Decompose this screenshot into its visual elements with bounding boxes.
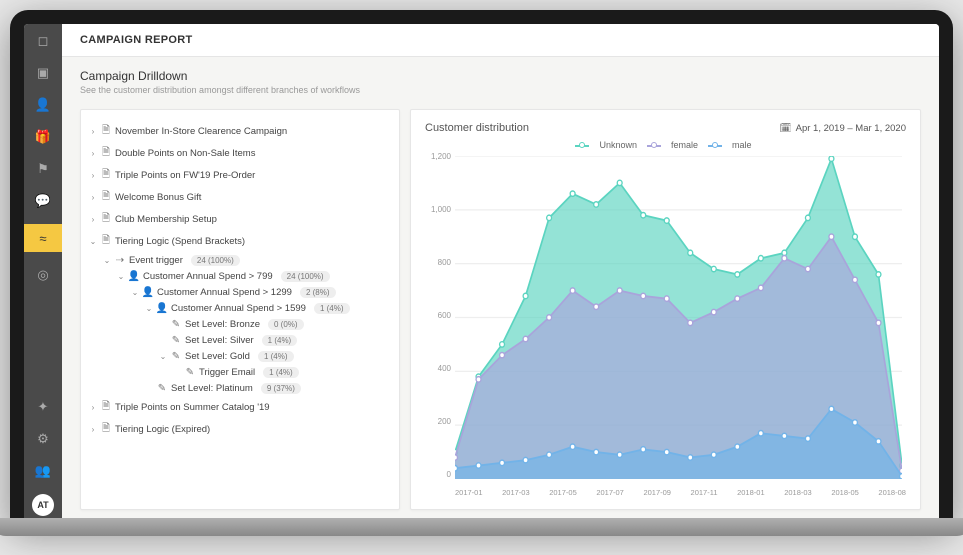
chevron-right-icon: › — [89, 149, 97, 158]
tree-item[interactable]: ›🗎Triple Points on Summer Catalog '19 — [89, 396, 391, 418]
nav-puzzle-icon[interactable]: ✦ — [34, 398, 52, 416]
nav-camera-icon[interactable]: ◎ — [34, 266, 52, 284]
date-range-picker[interactable]: 🗓 Apr 1, 2019 – Mar 1, 2020 — [780, 123, 906, 134]
page-title: CAMPAIGN REPORT — [62, 24, 939, 57]
tree-item[interactable]: ›🗎Welcome Bonus Gift — [89, 186, 391, 208]
count-badge: 9 (37%) — [261, 383, 301, 394]
chevron-down-icon: ⌄ — [103, 256, 111, 265]
person-icon: 👤 — [129, 271, 139, 282]
tree-sub-item[interactable]: ⌄👤Customer Annual Spend > 15991 (4%) — [89, 300, 391, 316]
chevron-down-icon: ⌄ — [89, 237, 97, 246]
chevron-right-icon: › — [89, 171, 97, 180]
section-desc: See the customer distribution amongst di… — [80, 85, 921, 95]
document-icon: 🗎 — [101, 123, 111, 140]
legend-item-male[interactable]: male — [712, 140, 752, 150]
nav-people-icon[interactable]: 👤 — [34, 96, 52, 114]
count-badge: 1 (4%) — [258, 351, 294, 362]
nav-user-icon[interactable]: 👥 — [34, 462, 52, 480]
legend-item-female[interactable]: female — [651, 140, 698, 150]
sidebar: ◻ ▣ 👤 🎁 ⚑ 💬 ≈ ◎ ✦ ⚙ 👥 AT — [24, 24, 62, 524]
x-axis: 2017-012017-032017-052017-072017-092017-… — [455, 488, 906, 497]
wand-icon: ✎ — [171, 351, 181, 362]
wand-icon: ✎ — [185, 367, 195, 378]
tree-item[interactable]: ›🗎Triple Points on FW'19 Pre-Order — [89, 164, 391, 186]
chevron-right-icon: › — [89, 215, 97, 224]
wand-icon: ✎ — [171, 319, 181, 330]
document-icon: 🗎 — [101, 421, 111, 438]
tree-sub-item[interactable]: ✎Set Level: Platinum9 (37%) — [89, 380, 391, 396]
nav-gift-icon[interactable]: 🎁 — [34, 128, 52, 146]
tree-item[interactable]: ›🗎Double Points on Non-Sale Items — [89, 142, 391, 164]
tree-item[interactable]: ›🗎Club Membership Setup — [89, 208, 391, 230]
tree-item-expanded[interactable]: ⌄🗎Tiering Logic (Spend Brackets) — [89, 230, 391, 252]
nav-flag-icon[interactable]: ⚑ — [34, 160, 52, 178]
trigger-icon: ⇢ — [115, 255, 125, 266]
wand-icon: ✎ — [171, 335, 181, 346]
settings-icon[interactable]: ⚙ — [34, 430, 52, 448]
chevron-right-icon: › — [89, 425, 97, 434]
y-axis: 02004006008001,0001,200 — [425, 152, 451, 479]
chevron-right-icon: › — [89, 403, 97, 412]
count-badge: 1 (4%) — [262, 335, 298, 346]
avatar[interactable]: AT — [32, 494, 54, 516]
campaign-tree: ›🗎November In-Store Clearence Campaign ›… — [80, 109, 400, 510]
chart-legend: Unknown female male — [425, 140, 906, 150]
document-icon: 🗎 — [101, 211, 111, 228]
person-icon: 👤 — [157, 303, 167, 314]
document-icon: 🗎 — [101, 399, 111, 416]
legend-item-unknown[interactable]: Unknown — [579, 140, 637, 150]
nav-report-icon[interactable]: ≈ — [24, 224, 62, 252]
document-icon: 🗎 — [101, 145, 111, 162]
person-icon: 👤 — [143, 287, 153, 298]
chart-panel: Customer distribution 🗓 Apr 1, 2019 – Ma… — [410, 109, 921, 510]
count-badge: 0 (0%) — [268, 319, 304, 330]
document-icon: 🗎 — [101, 233, 111, 250]
chevron-down-icon: ⌄ — [117, 272, 125, 281]
tree-sub-item[interactable]: ✎Set Level: Bronze0 (0%) — [89, 316, 391, 332]
chart-plot[interactable] — [455, 156, 902, 479]
tree-sub-item[interactable]: ⌄👤Customer Annual Spend > 12992 (8%) — [89, 284, 391, 300]
count-badge: 1 (4%) — [263, 367, 299, 378]
tree-sub-item[interactable]: ⌄⇢Event trigger24 (100%) — [89, 252, 391, 268]
tree-sub-item[interactable]: ⌄👤Customer Annual Spend > 79924 (100%) — [89, 268, 391, 284]
count-badge: 24 (100%) — [191, 255, 240, 266]
tree-item[interactable]: ›🗎November In-Store Clearence Campaign — [89, 120, 391, 142]
chart-title: Customer distribution — [425, 122, 529, 134]
section-title: Campaign Drilldown — [80, 69, 921, 83]
nav-dashboard-icon[interactable]: ▣ — [34, 64, 52, 82]
count-badge: 24 (100%) — [281, 271, 330, 282]
chart-body: 02004006008001,0001,200 2017-012017-0320… — [425, 152, 906, 497]
chevron-right-icon: › — [89, 127, 97, 136]
count-badge: 1 (4%) — [314, 303, 350, 314]
tree-sub-item[interactable]: ✎Set Level: Silver1 (4%) — [89, 332, 391, 348]
document-icon: 🗎 — [101, 167, 111, 184]
logo-icon[interactable]: ◻ — [34, 32, 52, 50]
calendar-icon: 🗓 — [780, 123, 792, 134]
document-icon: 🗎 — [101, 189, 111, 206]
nav-chat-icon[interactable]: 💬 — [34, 192, 52, 210]
wand-icon: ✎ — [157, 383, 167, 394]
tree-sub-item[interactable]: ✎Trigger Email1 (4%) — [89, 364, 391, 380]
count-badge: 2 (8%) — [300, 287, 336, 298]
chevron-down-icon: ⌄ — [145, 304, 153, 313]
tree-sub-item[interactable]: ⌄✎Set Level: Gold1 (4%) — [89, 348, 391, 364]
chevron-down-icon: ⌄ — [131, 288, 139, 297]
tree-item[interactable]: ›🗎Tiering Logic (Expired) — [89, 418, 391, 440]
chevron-right-icon: › — [89, 193, 97, 202]
chevron-down-icon: ⌄ — [159, 352, 167, 361]
